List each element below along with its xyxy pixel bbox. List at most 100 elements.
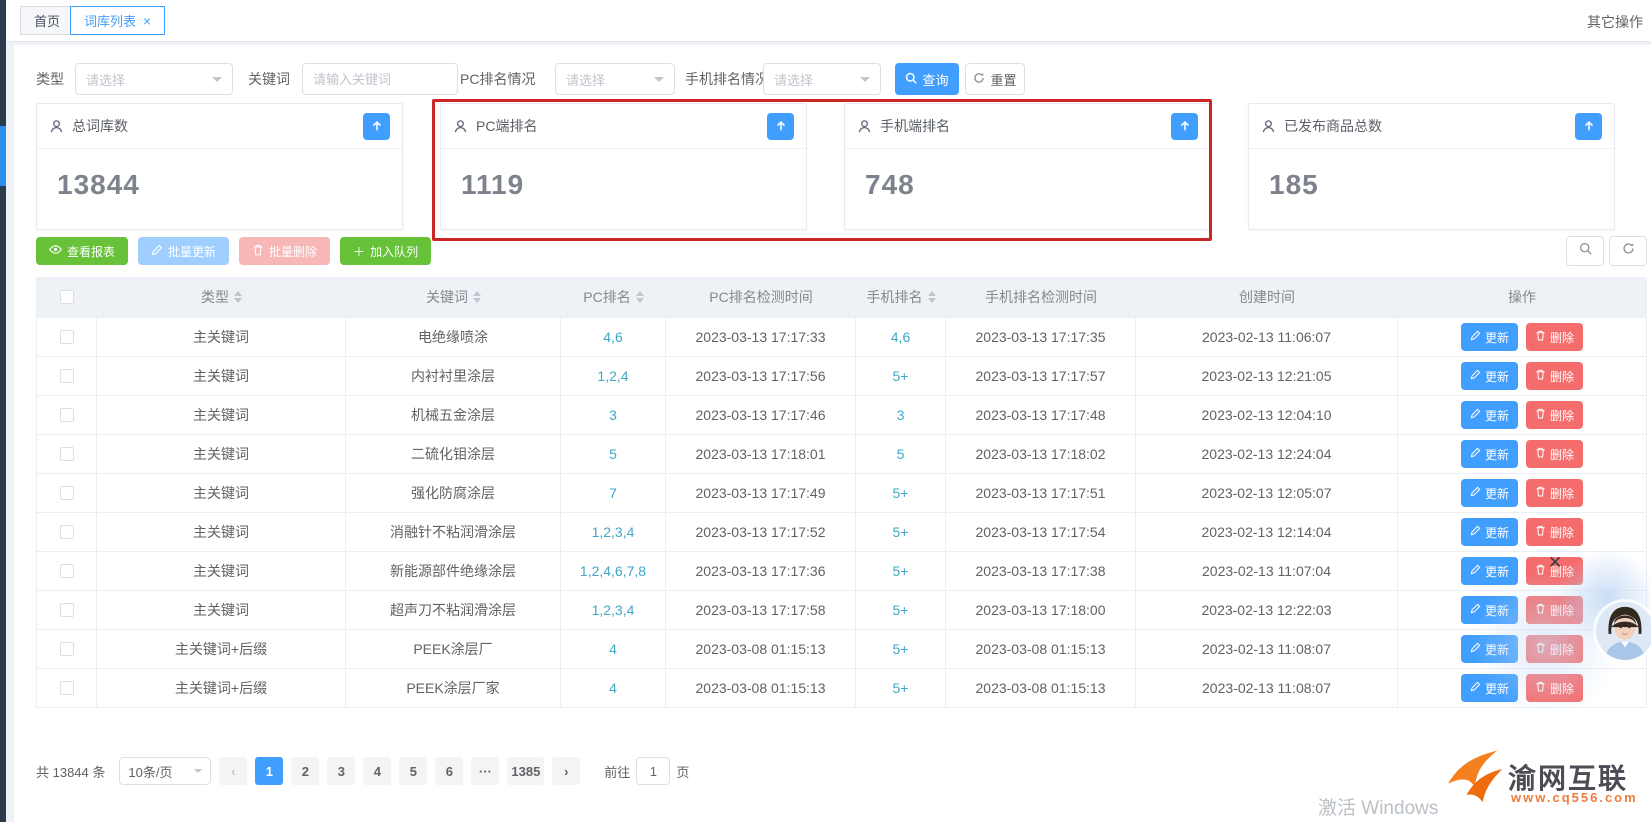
tab-word-list[interactable]: 词库列表 × (70, 6, 165, 35)
row-checkbox[interactable] (60, 525, 74, 539)
cell-type: 主关键词 (97, 591, 346, 629)
cell-mobile-rank-link[interactable]: 5+ (856, 591, 946, 629)
row-checkbox[interactable] (60, 642, 74, 656)
delete-button[interactable]: 删除 (1526, 518, 1583, 546)
cell-pc-rank-link[interactable]: 5 (561, 435, 666, 473)
tab-home-label: 首页 (34, 11, 60, 30)
update-button[interactable]: 更新 (1461, 635, 1518, 663)
update-button[interactable]: 更新 (1461, 323, 1518, 351)
prev-page-button[interactable]: ‹ (219, 757, 247, 785)
page-button[interactable]: 4 (363, 757, 391, 785)
update-button[interactable]: 更新 (1461, 440, 1518, 468)
cell-pc-rank-link[interactable]: 3 (561, 396, 666, 434)
page-button[interactable]: 6 (435, 757, 463, 785)
update-button[interactable]: 更新 (1461, 362, 1518, 390)
cell-keyword: 机械五金涂层 (346, 396, 561, 434)
goto-page-input[interactable] (636, 757, 670, 785)
assistant-close-icon[interactable]: ✕ (1548, 553, 1562, 573)
arrow-up-button[interactable] (1171, 113, 1198, 140)
delete-button[interactable]: 删除 (1526, 362, 1583, 390)
cell-pc-rank-link[interactable]: 1,2,3,4 (561, 513, 666, 551)
update-button[interactable]: 更新 (1461, 674, 1518, 702)
row-checkbox[interactable] (60, 564, 74, 578)
delete-button[interactable]: 删除 (1526, 323, 1583, 351)
row-checkbox[interactable] (60, 408, 74, 422)
row-checkbox[interactable] (60, 486, 74, 500)
sort-icon[interactable] (636, 291, 644, 303)
delete-button[interactable]: 删除 (1526, 479, 1583, 507)
row-checkbox[interactable] (60, 681, 74, 695)
sort-icon[interactable] (928, 291, 936, 303)
update-button[interactable]: 更新 (1461, 518, 1518, 546)
column-keyword[interactable]: 关键词 (346, 277, 561, 317)
row-checkbox[interactable] (60, 447, 74, 461)
arrow-up-button[interactable] (363, 113, 390, 140)
column-mobile-rank[interactable]: 手机排名 (856, 277, 946, 317)
delete-button[interactable]: 删除 (1526, 674, 1583, 702)
page-button[interactable]: 5 (399, 757, 427, 785)
column-pc-rank[interactable]: PC排名 (561, 277, 666, 317)
cell-pc-rank-link[interactable]: 1,2,4,6,7,8 (561, 552, 666, 590)
cell-pc-rank-link[interactable]: 1,2,4 (561, 357, 666, 395)
row-checkbox[interactable] (60, 603, 74, 617)
page-button[interactable]: 1 (255, 757, 283, 785)
table-search-button[interactable] (1566, 236, 1604, 266)
arrow-up-button[interactable] (767, 113, 794, 140)
page-button[interactable]: 2 (291, 757, 319, 785)
row-checkbox[interactable] (60, 330, 74, 344)
page-button[interactable]: 3 (327, 757, 355, 785)
cell-pc-check-time: 2023-03-13 17:17:33 (666, 318, 856, 356)
last-page-button[interactable]: 1385 (507, 757, 544, 785)
assistant-avatar[interactable] (1596, 602, 1651, 660)
cell-mobile-rank-link[interactable]: 5+ (856, 474, 946, 512)
mobile-rank-select[interactable]: 请选择 (763, 63, 881, 95)
update-button[interactable]: 更新 (1461, 596, 1518, 624)
cell-pc-rank-link[interactable]: 1,2,3,4 (561, 591, 666, 629)
search-button[interactable]: 查询 (895, 63, 959, 95)
update-button[interactable]: 更新 (1461, 557, 1518, 585)
select-all-checkbox[interactable] (60, 290, 74, 304)
join-queue-button[interactable]: ＋ 加入队列 (340, 237, 431, 265)
cell-mobile-rank-link[interactable]: 5+ (856, 669, 946, 707)
cell-pc-rank-link[interactable]: 4,6 (561, 318, 666, 356)
type-select[interactable]: 请选择 (75, 63, 233, 95)
cell-mobile-rank-link[interactable]: 3 (856, 396, 946, 434)
column-type[interactable]: 类型 (97, 277, 346, 317)
pc-rank-select[interactable]: 请选择 (555, 63, 675, 95)
update-button[interactable]: 更新 (1461, 401, 1518, 429)
cell-mobile-rank-link[interactable]: 5+ (856, 630, 946, 668)
cell-pc-rank-link[interactable]: 7 (561, 474, 666, 512)
sort-icon[interactable] (473, 291, 481, 303)
page-size-select[interactable]: 10条/页 (119, 757, 211, 785)
cell-pc-rank-link[interactable]: 4 (561, 630, 666, 668)
table-row: 主关键词 消融针不粘润滑涂层 1,2,3,4 2023-03-13 17:17:… (37, 512, 1646, 551)
main-panel: 类型 请选择 关键词 PC排名情况 请选择 手机排名情况 请选择 查询 重置 (14, 45, 1651, 822)
tab-close-icon[interactable]: × (143, 14, 151, 28)
cell-mobile-rank-link[interactable]: 5 (856, 435, 946, 473)
arrow-up-button[interactable] (1575, 113, 1602, 140)
cell-mobile-rank-link[interactable]: 5+ (856, 513, 946, 551)
next-page-button[interactable]: › (552, 757, 580, 785)
keyword-input[interactable] (313, 72, 447, 87)
cell-mobile-rank-link[interactable]: 5+ (856, 552, 946, 590)
batch-delete-button[interactable]: 批量删除 (239, 237, 330, 265)
user-icon (453, 119, 468, 134)
delete-button[interactable]: 删除 (1526, 401, 1583, 429)
sort-icon[interactable] (234, 291, 242, 303)
delete-button[interactable]: 删除 (1526, 635, 1583, 663)
table-refresh-button[interactable] (1609, 236, 1647, 266)
cell-pc-rank-link[interactable]: 4 (561, 669, 666, 707)
view-report-button[interactable]: 查看报表 (36, 237, 128, 265)
trash-icon (1535, 525, 1546, 539)
ellipsis-pages-button[interactable]: ··· (471, 757, 499, 785)
cell-mobile-rank-link[interactable]: 4,6 (856, 318, 946, 356)
delete-button[interactable]: 删除 (1526, 596, 1583, 624)
delete-button[interactable]: 删除 (1526, 440, 1583, 468)
cell-mobile-rank-link[interactable]: 5+ (856, 357, 946, 395)
update-button[interactable]: 更新 (1461, 479, 1518, 507)
more-actions-link[interactable]: 其它操作 (1587, 12, 1643, 32)
reset-button[interactable]: 重置 (965, 63, 1025, 95)
row-checkbox[interactable] (60, 369, 74, 383)
tab-home[interactable]: 首页 (20, 6, 74, 35)
batch-update-button[interactable]: 批量更新 (138, 237, 229, 265)
